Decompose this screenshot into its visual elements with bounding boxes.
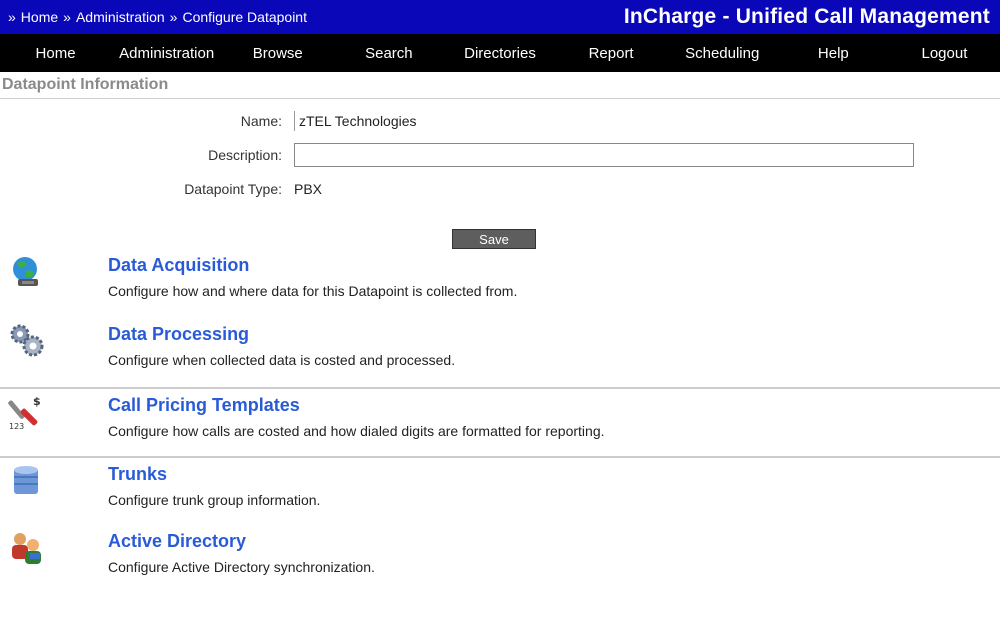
breadcrumb-current: Configure Datapoint <box>182 9 307 25</box>
breadcrumb-home[interactable]: Home <box>21 9 58 25</box>
breadcrumb-separator: » <box>63 9 71 25</box>
svg-text:123: 123 <box>9 422 24 431</box>
list-item-trunks: Trunks Configure trunk group information… <box>0 456 1000 525</box>
breadcrumb-separator: » <box>169 9 178 25</box>
type-label: Datapoint Type: <box>184 181 282 197</box>
type-row: Datapoint Type: PBX <box>0 181 322 197</box>
top-header-bar: » Home » Administration » Configure Data… <box>0 0 1000 34</box>
nav-scheduling[interactable]: Scheduling <box>667 45 778 62</box>
nav-report[interactable]: Report <box>556 45 667 62</box>
nav-administration[interactable]: Administration <box>111 45 222 62</box>
description-row: Description: <box>0 143 914 167</box>
data-processing-description: Configure when collected data is costed … <box>108 352 456 368</box>
gears-icon <box>8 322 46 360</box>
svg-text:$: $ <box>33 395 41 408</box>
pricing-tools-icon: $ 123 <box>8 393 46 431</box>
nav-help[interactable]: Help <box>778 45 889 62</box>
call-pricing-templates-link[interactable]: Call Pricing Templates <box>108 395 300 416</box>
list-item-data-processing: Data Processing Configure when collected… <box>0 318 1000 387</box>
breadcrumb: » Home » Administration » Configure Data… <box>8 9 307 25</box>
list-item-data-acquisition: Data Acquisition Configure how and where… <box>0 249 1000 318</box>
name-label: Name: <box>240 113 282 129</box>
section-title: Datapoint Information <box>0 72 1000 99</box>
nav-browse[interactable]: Browse <box>222 45 333 62</box>
trunks-description: Configure trunk group information. <box>108 492 321 508</box>
data-processing-link[interactable]: Data Processing <box>108 324 249 345</box>
nav-search[interactable]: Search <box>333 45 444 62</box>
database-icon <box>8 462 46 500</box>
nav-home[interactable]: Home <box>0 45 111 62</box>
type-value: PBX <box>294 181 323 197</box>
trunks-link[interactable]: Trunks <box>108 464 167 485</box>
list-item-active-directory: Active Directory Configure Active Direct… <box>0 525 1000 594</box>
data-acquisition-description: Configure how and where data for this Da… <box>108 283 518 299</box>
datapoint-form: Name: zTEL Technologies Description: Dat… <box>0 99 1000 249</box>
config-list: Data Acquisition Configure how and where… <box>0 249 1000 594</box>
save-button[interactable]: Save <box>452 229 536 249</box>
call-pricing-templates-description: Configure how calls are costed and how d… <box>108 423 605 439</box>
name-row: Name: zTEL Technologies <box>0 111 417 131</box>
description-input[interactable] <box>294 143 914 167</box>
app-title: InCharge - Unified Call Management <box>623 5 990 28</box>
active-directory-link[interactable]: Active Directory <box>108 531 246 552</box>
breadcrumb-separator: » <box>8 9 16 25</box>
data-acquisition-link[interactable]: Data Acquisition <box>108 255 249 276</box>
breadcrumb-administration[interactable]: Administration <box>76 9 165 25</box>
active-directory-description: Configure Active Directory synchronizati… <box>108 559 375 575</box>
description-label: Description: <box>208 147 282 163</box>
globe-icon <box>8 253 46 291</box>
nav-directories[interactable]: Directories <box>444 45 555 62</box>
list-item-call-pricing-templates: $ 123 Call Pricing Templates Configure h… <box>0 387 1000 456</box>
main-nav: Home Administration Browse Search Direct… <box>0 34 1000 72</box>
nav-logout[interactable]: Logout <box>889 45 1000 62</box>
name-value: zTEL Technologies <box>294 111 417 131</box>
users-icon <box>8 529 46 567</box>
